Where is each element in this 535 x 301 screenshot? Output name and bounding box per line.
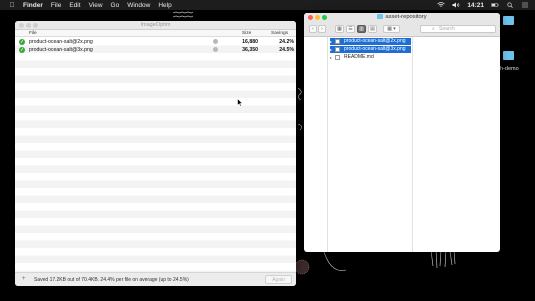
folder-icon [377,14,384,19]
browser-column[interactable] [304,37,328,252]
menu-help[interactable]: Help [158,2,171,9]
status-area: 14:21 [437,0,529,10]
file-list[interactable]: ✓ product-ocean-salt@2x.png 16,880 24.2%… [15,38,296,272]
finder-window: asset-repository ‹ › ▦ ☰ ▥ ▤ ▦ ▾ ⌕ Searc… [304,13,500,252]
file-name: product-ocean-salt@3x.png [29,46,93,53]
search-input[interactable]: ⌕ Search [420,25,496,33]
menu-view[interactable]: View [89,2,103,9]
disclosure-triangle-icon[interactable]: ▸ [330,54,332,61]
menu-app-finder[interactable]: Finder [23,2,43,9]
menu-window[interactable]: Window [127,2,150,9]
checkmark-icon: ✓ [19,46,25,53]
disclosure-triangle-icon[interactable]: ▸ [330,46,332,53]
file-name: product-ocean-salt@2x.png [344,38,406,44]
file-size: 36,350 [242,46,258,53]
desktop-doodle-icon [172,11,194,18]
menu-bar:  Finder File Edit View Go Window Help 1… [0,0,535,10]
browser-column[interactable]: ▸ product-ocean-salt@2x.png ▸ product-oc… [328,37,413,252]
desktop-folder-icon[interactable] [503,16,514,25]
file-savings: 24.5% [279,46,294,53]
status-bar: + Saved 17.2KB out of 70.4KB. 24.4% per … [15,272,296,286]
table-row[interactable]: ✓ product-ocean-salt@3x.png 36,350 24.5% [15,46,296,54]
forward-button[interactable]: › [318,25,326,33]
finder-titlebar[interactable]: asset-repository [304,13,500,22]
imageoptim-titlebar[interactable]: ImageOptim [15,21,296,30]
spotlight-search-icon[interactable] [506,2,514,8]
file-list-header: File Size Savings [15,30,296,37]
table-row[interactable]: ✓ product-ocean-salt@2x.png 16,880 24.2% [15,38,296,46]
browser-column[interactable] [413,37,500,252]
desktop-folder-icon[interactable] [503,51,514,60]
desktop-item-label[interactable]: h-demo [500,66,519,72]
imageoptim-window: ImageOptim File Size Savings ✓ product-o… [15,21,296,286]
apple-menu-icon[interactable]:  [9,2,15,9]
menu-edit[interactable]: Edit [69,2,80,9]
file-name: README.md [344,54,374,60]
desktop-doodle-icon [323,251,347,271]
finder-folder-name: asset-repository [385,14,427,20]
column-view-button[interactable]: ▥ [357,25,366,33]
window-title: asset-repository [304,14,500,20]
menu-go[interactable]: Go [111,2,120,9]
search-placeholder: Search [439,26,455,32]
desktop-doodle-icon [296,259,310,275]
menu-file[interactable]: File [51,2,61,9]
mouse-pointer-icon [237,98,243,107]
list-item[interactable]: ▸ product-ocean-salt@2x.png [330,38,411,45]
file-savings: 24.2% [279,39,294,45]
file-name: product-ocean-salt@2x.png [29,39,93,45]
file-size: 16,880 [242,39,258,45]
disclosure-triangle-icon[interactable]: ▸ [330,38,332,45]
optimization-status-icon [213,39,218,44]
list-view-button[interactable]: ☰ [346,25,355,33]
image-file-icon [335,39,340,44]
battery-icon[interactable] [491,2,499,8]
column-header-savings[interactable]: Savings [271,31,288,36]
again-button[interactable]: Again [265,275,292,284]
arrange-button[interactable]: ▦ ▾ [383,25,400,33]
finder-toolbar: ‹ › ▦ ☰ ▥ ▤ ▦ ▾ ⌕ Search [304,22,500,37]
back-button[interactable]: ‹ [309,25,317,33]
column-browser: ▸ product-ocean-salt@2x.png ▸ product-oc… [304,37,500,252]
notification-center-icon[interactable] [521,2,529,8]
column-header-file[interactable]: File [29,31,37,36]
list-item[interactable]: ▸ README.md [330,54,411,61]
file-name: product-ocean-salt@3x.png [344,46,406,52]
checkmark-icon: ✓ [19,39,25,45]
icon-view-button[interactable]: ▦ [335,25,344,33]
search-icon: ⌕ [432,26,435,32]
cover-flow-button[interactable]: ▤ [368,25,377,33]
menu-clock[interactable]: 14:21 [467,2,484,9]
window-title: ImageOptim [140,22,171,28]
optimization-status-icon [213,46,218,52]
list-item[interactable]: ▸ product-ocean-salt@3x.png [330,46,411,53]
column-header-size[interactable]: Size [242,31,251,36]
text-file-icon [335,55,340,60]
image-file-icon [335,47,340,52]
add-files-button[interactable]: + [22,276,26,282]
volume-icon[interactable] [452,2,460,8]
wifi-icon[interactable] [437,2,446,8]
savings-summary: Saved 17.2KB out of 70.4KB. 24.4% per fi… [34,277,189,283]
